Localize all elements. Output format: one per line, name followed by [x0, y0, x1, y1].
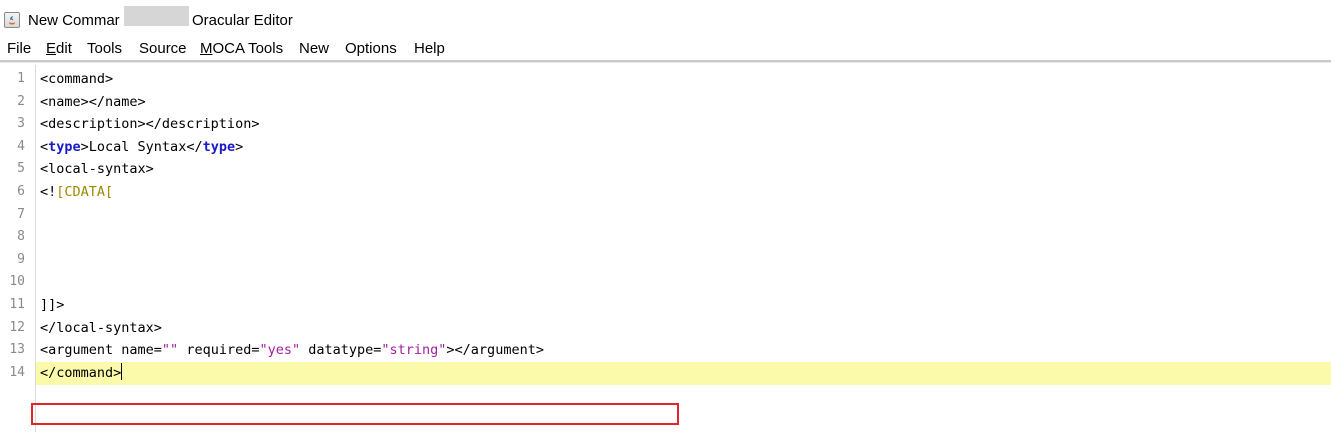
code-line[interactable]: <argument name="" required="yes" datatyp…: [40, 339, 544, 361]
line-number: 7: [17, 206, 25, 222]
line-number: 10: [9, 274, 25, 290]
line-number: 8: [17, 229, 25, 245]
code-token-tag: <command>: [40, 71, 114, 87]
menu-file[interactable]: File: [7, 40, 31, 58]
code-token-tag: <name></name>: [40, 93, 146, 110]
line-number: 6: [17, 184, 25, 199]
line-number: 1: [17, 71, 25, 86]
code-line[interactable]: ]]>: [40, 294, 64, 316]
menu-source[interactable]: Source: [139, 40, 187, 58]
line-number: 11: [9, 297, 25, 312]
code-token-tag: <: [40, 138, 49, 155]
code-token-tag: </command>: [40, 364, 122, 381]
menu-tools[interactable]: Tools: [87, 40, 122, 58]
line-number: 13: [9, 342, 25, 358]
code-token-tag: required=: [178, 342, 260, 359]
current-line-highlight: [36, 361, 1331, 385]
code-token-str: "string": [381, 342, 447, 359]
title-bar: New Commar Oracular Editor: [0, 0, 1331, 38]
code-line[interactable]: <local-syntax>: [40, 158, 154, 180]
window-title-prefix: New Commar: [28, 12, 120, 29]
menu-moca-tools[interactable]: MOCA Tools: [200, 40, 283, 58]
line-number: 5: [17, 161, 25, 177]
line-number-gutter: 1 2 3 4 5 6 7 8 9 10 11 12 13 14: [0, 65, 36, 432]
code-line[interactable]: <description></description>: [40, 113, 259, 135]
code-token-tag: <argument name=: [40, 342, 162, 359]
code-token-str: "": [161, 342, 179, 359]
code-line[interactable]: <type>Local Syntax</type>: [40, 136, 243, 158]
code-line[interactable]: <name></name>: [40, 91, 146, 113]
code-editor[interactable]: 1 2 3 4 5 6 7 8 9 10 11 12 13 14 <command> <name></nam…: [0, 65, 1331, 432]
code-token-str: "yes": [259, 342, 301, 359]
menu-options[interactable]: Options: [345, 40, 397, 58]
code-token-cdata: [CDATA[: [56, 184, 114, 200]
line-number: 9: [17, 251, 25, 267]
annotation-highlight-box: [31, 403, 679, 425]
code-line[interactable]: </local-syntax>: [40, 317, 162, 339]
line-number: 3: [17, 116, 25, 132]
java-app-icon: [4, 12, 20, 28]
code-token-kw: type: [48, 138, 81, 155]
code-token-tag: ></argument>: [446, 342, 544, 359]
code-token-tag: >: [235, 138, 244, 155]
menu-edit[interactable]: Edit: [46, 40, 72, 58]
redacted-title-part: [124, 6, 189, 26]
window-title-suffix: Oracular Editor: [192, 12, 293, 29]
text-caret: [121, 362, 123, 380]
code-line[interactable]: <![CDATA[: [40, 181, 113, 203]
menu-bar: File Edit Tools Source MOCA Tools New Op…: [0, 38, 1331, 60]
code-line[interactable]: </command>: [40, 362, 123, 384]
code-token-kw: type: [202, 138, 236, 155]
code-token-tag: </local-syntax>: [40, 319, 162, 336]
code-token-tag: ]]>: [40, 297, 65, 313]
code-token-tag: <local-syntax>: [40, 161, 154, 178]
code-line[interactable]: <command>: [40, 68, 113, 90]
code-token-tag: <!: [40, 184, 57, 200]
line-number: 12: [9, 319, 25, 335]
line-number: 14: [9, 364, 25, 380]
code-token-tag: >Local Syntax</: [80, 138, 203, 155]
line-number: 2: [17, 93, 25, 109]
code-token-tag: datatype=: [300, 342, 382, 359]
menu-help[interactable]: Help: [414, 40, 445, 58]
line-number: 4: [17, 138, 25, 154]
code-token-tag: <description></description>: [40, 116, 260, 133]
menu-new[interactable]: New: [299, 40, 329, 58]
menu-separator: [0, 60, 1331, 63]
